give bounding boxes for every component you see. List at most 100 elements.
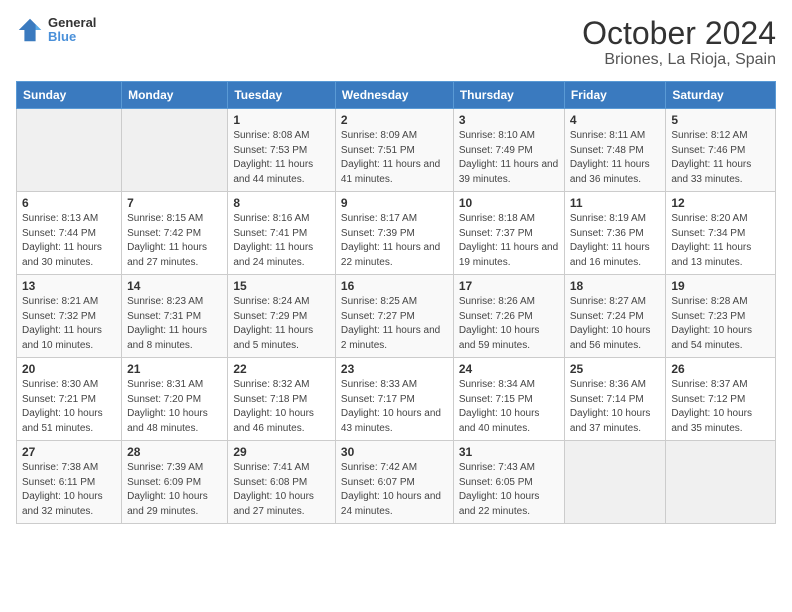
day-number: 16: [341, 279, 448, 293]
day-info: Sunrise: 8:32 AM Sunset: 7:18 PM Dayligh…: [233, 378, 330, 436]
calendar-cell: 13Sunrise: 8:21 AM Sunset: 7:32 PM Dayli…: [17, 275, 122, 358]
day-number: 29: [233, 445, 330, 459]
logo: General Blue: [16, 16, 96, 45]
calendar-cell: 23Sunrise: 8:33 AM Sunset: 7:17 PM Dayli…: [335, 358, 453, 441]
day-info: Sunrise: 8:18 AM Sunset: 7:37 PM Dayligh…: [459, 212, 559, 270]
day-number: 17: [459, 279, 559, 293]
day-number: 15: [233, 279, 330, 293]
day-number: 4: [570, 113, 661, 127]
calendar-title: October 2024: [582, 16, 776, 51]
day-info: Sunrise: 8:28 AM Sunset: 7:23 PM Dayligh…: [671, 295, 770, 353]
calendar-cell: 4 Sunrise: 8:11 AM Sunset: 7:48 PM Daylig…: [564, 109, 666, 192]
weekday-header-tuesday: Tuesday: [228, 82, 336, 109]
calendar-cell: 8 Sunrise: 8:16 AM Sunset: 7:41 PM Daylig…: [228, 192, 336, 275]
day-number: 31: [459, 445, 559, 459]
calendar-cell: 31Sunrise: 7:43 AM Sunset: 6:05 PM Dayli…: [453, 441, 564, 524]
calendar-week-row: 13Sunrise: 8:21 AM Sunset: 7:32 PM Dayli…: [17, 275, 776, 358]
calendar-week-row: 27 Sunrise: 7:38 AM Sunset: 6:11 PM Dayli…: [17, 441, 776, 524]
calendar-cell: 26 Sunrise: 8:37 AM Sunset: 7:12 PM Dayli…: [666, 358, 776, 441]
day-info: Sunrise: 8:19 AM Sunset: 7:36 PM Dayligh…: [570, 212, 661, 270]
weekday-header-thursday: Thursday: [453, 82, 564, 109]
calendar-cell: 22 Sunrise: 8:32 AM Sunset: 7:18 PM Dayli…: [228, 358, 336, 441]
day-number: 13: [22, 279, 116, 293]
day-info: Sunrise: 7:41 AM Sunset: 6:08 PM Dayligh…: [233, 461, 330, 519]
calendar-cell: 9Sunrise: 8:17 AM Sunset: 7:39 PM Daylig…: [335, 192, 453, 275]
calendar-cell: 18 Sunrise: 8:27 AM Sunset: 7:24 PM Dayli…: [564, 275, 666, 358]
calendar-cell: 11 Sunrise: 8:19 AM Sunset: 7:36 PM Dayli…: [564, 192, 666, 275]
day-number: 30: [341, 445, 448, 459]
calendar-cell: 15 Sunrise: 8:24 AM Sunset: 7:29 PM Dayli…: [228, 275, 336, 358]
day-number: 9: [341, 196, 448, 210]
calendar-cell: 29 Sunrise: 7:41 AM Sunset: 6:08 PM Dayli…: [228, 441, 336, 524]
calendar-cell: 6Sunrise: 8:13 AM Sunset: 7:44 PM Daylig…: [17, 192, 122, 275]
day-number: 1: [233, 113, 330, 127]
day-number: 14: [127, 279, 222, 293]
logo-text: General Blue: [48, 16, 96, 45]
day-info: Sunrise: 7:42 AM Sunset: 6:07 PM Dayligh…: [341, 461, 448, 519]
day-info: Sunrise: 8:12 AM Sunset: 7:46 PM Dayligh…: [671, 129, 770, 187]
day-info: Sunrise: 8:16 AM Sunset: 7:41 PM Dayligh…: [233, 212, 330, 270]
calendar-cell: [666, 441, 776, 524]
logo-line1: General: [48, 16, 96, 30]
day-info: Sunrise: 8:11 AM Sunset: 7:48 PM Dayligh…: [570, 129, 661, 187]
day-number: 19: [671, 279, 770, 293]
calendar-cell: 3 Sunrise: 8:10 AM Sunset: 7:49 PM Daylig…: [453, 109, 564, 192]
day-info: Sunrise: 8:25 AM Sunset: 7:27 PM Dayligh…: [341, 295, 448, 353]
calendar-cell: 19 Sunrise: 8:28 AM Sunset: 7:23 PM Dayli…: [666, 275, 776, 358]
calendar-cell: 20 Sunrise: 8:30 AM Sunset: 7:21 PM Dayli…: [17, 358, 122, 441]
day-number: 18: [570, 279, 661, 293]
calendar-cell: 30 Sunrise: 7:42 AM Sunset: 6:07 PM Dayli…: [335, 441, 453, 524]
day-number: 2: [341, 113, 448, 127]
day-info: Sunrise: 8:27 AM Sunset: 7:24 PM Dayligh…: [570, 295, 661, 353]
day-info: Sunrise: 7:39 AM Sunset: 6:09 PM Dayligh…: [127, 461, 222, 519]
calendar-cell: 28 Sunrise: 7:39 AM Sunset: 6:09 PM Dayli…: [122, 441, 228, 524]
calendar-cell: 12 Sunrise: 8:20 AM Sunset: 7:34 PM Dayli…: [666, 192, 776, 275]
day-number: 5: [671, 113, 770, 127]
day-number: 23: [341, 362, 448, 376]
weekday-header-monday: Monday: [122, 82, 228, 109]
calendar-cell: [122, 109, 228, 192]
day-number: 6: [22, 196, 116, 210]
calendar-cell: 16 Sunrise: 8:25 AM Sunset: 7:27 PM Dayli…: [335, 275, 453, 358]
day-info: Sunrise: 8:24 AM Sunset: 7:29 PM Dayligh…: [233, 295, 330, 353]
day-info: Sunrise: 8:31 AM Sunset: 7:20 PM Dayligh…: [127, 378, 222, 436]
day-number: 27: [22, 445, 116, 459]
day-number: 24: [459, 362, 559, 376]
calendar-cell: 27 Sunrise: 7:38 AM Sunset: 6:11 PM Dayli…: [17, 441, 122, 524]
calendar-cell: 10 Sunrise: 8:18 AM Sunset: 7:37 PM Dayli…: [453, 192, 564, 275]
calendar-cell: 5 Sunrise: 8:12 AM Sunset: 7:46 PM Daylig…: [666, 109, 776, 192]
day-info: Sunrise: 8:09 AM Sunset: 7:51 PM Dayligh…: [341, 129, 448, 187]
day-info: Sunrise: 8:15 AM Sunset: 7:42 PM Dayligh…: [127, 212, 222, 270]
day-number: 10: [459, 196, 559, 210]
calendar-cell: 14 Sunrise: 8:23 AM Sunset: 7:31 PM Dayli…: [122, 275, 228, 358]
day-info: Sunrise: 7:38 AM Sunset: 6:11 PM Dayligh…: [22, 461, 116, 519]
day-number: 8: [233, 196, 330, 210]
day-number: 26: [671, 362, 770, 376]
calendar-cell: 24Sunrise: 8:34 AM Sunset: 7:15 PM Dayli…: [453, 358, 564, 441]
day-number: 3: [459, 113, 559, 127]
day-info: Sunrise: 8:23 AM Sunset: 7:31 PM Dayligh…: [127, 295, 222, 353]
day-info: Sunrise: 8:37 AM Sunset: 7:12 PM Dayligh…: [671, 378, 770, 436]
calendar-cell: 2 Sunrise: 8:09 AM Sunset: 7:51 PM Daylig…: [335, 109, 453, 192]
weekday-header-wednesday: Wednesday: [335, 82, 453, 109]
day-number: 12: [671, 196, 770, 210]
calendar-week-row: 1Sunrise: 8:08 AM Sunset: 7:53 PM Daylig…: [17, 109, 776, 192]
title-block: October 2024 Briones, La Rioja, Spain: [582, 16, 776, 69]
calendar-week-row: 20 Sunrise: 8:30 AM Sunset: 7:21 PM Dayli…: [17, 358, 776, 441]
calendar-cell: 25Sunrise: 8:36 AM Sunset: 7:14 PM Dayli…: [564, 358, 666, 441]
weekday-header-row: SundayMondayTuesdayWednesdayThursdayFrid…: [17, 82, 776, 109]
day-number: 22: [233, 362, 330, 376]
calendar-table: SundayMondayTuesdayWednesdayThursdayFrid…: [16, 81, 776, 524]
day-info: Sunrise: 8:10 AM Sunset: 7:49 PM Dayligh…: [459, 129, 559, 187]
day-number: 28: [127, 445, 222, 459]
day-number: 20: [22, 362, 116, 376]
day-number: 25: [570, 362, 661, 376]
calendar-cell: [564, 441, 666, 524]
weekday-header-sunday: Sunday: [17, 82, 122, 109]
day-number: 11: [570, 196, 661, 210]
day-info: Sunrise: 8:30 AM Sunset: 7:21 PM Dayligh…: [22, 378, 116, 436]
calendar-subtitle: Briones, La Rioja, Spain: [582, 51, 776, 69]
calendar-cell: 1Sunrise: 8:08 AM Sunset: 7:53 PM Daylig…: [228, 109, 336, 192]
day-info: Sunrise: 8:20 AM Sunset: 7:34 PM Dayligh…: [671, 212, 770, 270]
logo-icon: [16, 16, 44, 44]
